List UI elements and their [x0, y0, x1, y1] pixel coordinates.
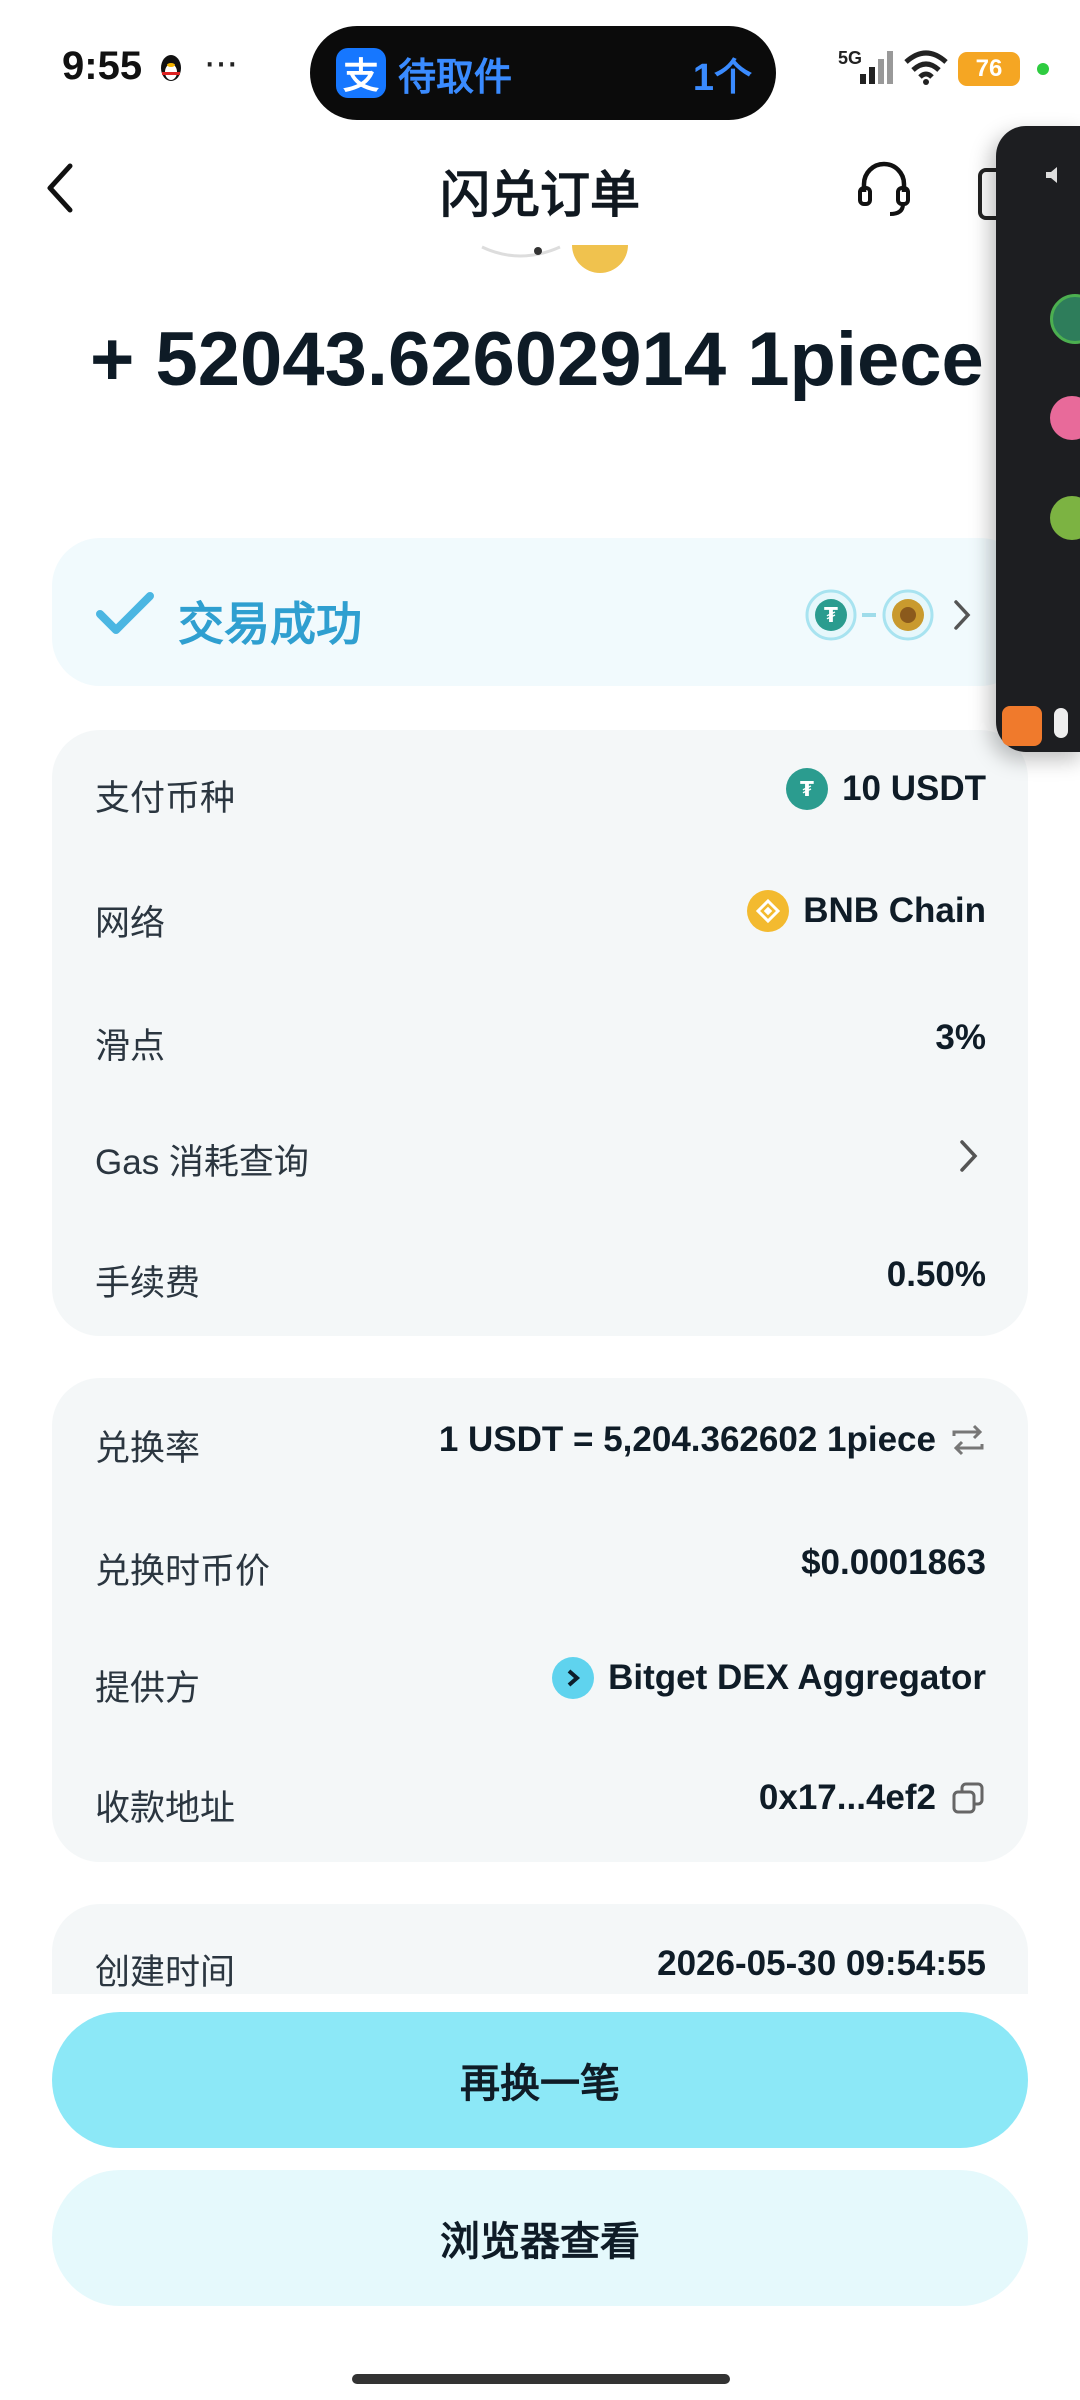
check-icon: [96, 592, 154, 634]
wifi-icon: [904, 50, 948, 85]
exchange-rate-value: 1 USDT = 5,204.362602 1piece: [438, 1420, 936, 1459]
provider-value-row: Bitget DEX Aggregator: [552, 1657, 986, 1699]
privacy-indicator-dot: [1037, 63, 1049, 75]
received-amount: + 52043.62602914 1piece: [90, 317, 984, 402]
created-time-value: 2026-05-30 09:54:55: [657, 1944, 986, 1983]
gas-query-chevron-icon[interactable]: [958, 1138, 980, 1174]
price-at-swap-value: $0.0001863: [801, 1543, 986, 1582]
slippage-value: 3%: [935, 1018, 986, 1057]
exchange-rate-label: 兑换率: [95, 1429, 201, 1468]
view-in-browser-button[interactable]: 浏览器查看: [52, 2170, 1028, 2306]
home-indicator[interactable]: [352, 2374, 730, 2384]
notification-count: 1个: [692, 56, 752, 99]
gas-query-label[interactable]: Gas 消耗查询: [95, 1134, 309, 1185]
chevron-right-icon: [954, 600, 971, 630]
fee-label: 手续费: [95, 1264, 201, 1303]
battery-icon: 76: [958, 52, 1020, 86]
swap-again-button[interactable]: 再换一笔: [52, 2012, 1028, 2148]
more-notifications-icon: ···: [203, 40, 239, 84]
price-at-swap-label: 兑换时币价: [95, 1552, 271, 1591]
bitget-icon: [552, 1657, 595, 1699]
svg-text:₮: ₮: [800, 777, 814, 801]
status-time: 9:55: [62, 44, 143, 88]
network-label: 网络: [95, 904, 166, 943]
alipay-icon: 支: [336, 48, 386, 98]
receive-address-row[interactable]: 0x17...4ef2: [759, 1778, 986, 1818]
customer-service-headset-icon[interactable]: [856, 158, 912, 220]
svg-text:₮: ₮: [824, 603, 838, 627]
gallery-icon[interactable]: [1002, 706, 1042, 746]
provider-label: 提供方: [95, 1669, 201, 1708]
qq-penguin-icon: [161, 55, 181, 81]
created-time-label: 创建时间: [95, 1953, 236, 1992]
notification-pill[interactable]: 支 待取件 1个: [310, 26, 776, 120]
exchange-rate-row[interactable]: 1 USDT = 5,204.362602 1piece: [439, 1420, 986, 1460]
network-value: BNB Chain: [803, 891, 986, 930]
pay-token-value: 10 USDT: [842, 769, 986, 808]
page-title: 闪兑订单: [440, 167, 640, 223]
pay-token-value-row: ₮ 10 USDT: [786, 768, 986, 810]
usdt-icon: ₮: [786, 768, 829, 810]
provider-value: Bitget DEX Aggregator: [608, 1658, 986, 1697]
receive-address-value: 0x17...4ef2: [758, 1778, 936, 1817]
network-value-row: BNB Chain: [747, 890, 986, 932]
signal-icon: [860, 51, 893, 84]
copy-icon[interactable]: [950, 1780, 986, 1816]
speaker-icon[interactable]: [1044, 166, 1066, 184]
pay-token-label: 支付币种: [95, 779, 236, 818]
slippage-label: 滑点: [95, 1027, 166, 1066]
transaction-status-text: 交易成功: [178, 598, 362, 650]
swap-direction-icon[interactable]: [950, 1424, 986, 1456]
notification-text: 待取件: [398, 56, 513, 99]
microphone-icon[interactable]: [1054, 708, 1068, 738]
fee-value: 0.50%: [886, 1255, 986, 1294]
token-logo-partial: [481, 245, 628, 273]
receive-address-label: 收款地址: [95, 1789, 236, 1828]
bnb-chain-icon: [747, 890, 790, 932]
